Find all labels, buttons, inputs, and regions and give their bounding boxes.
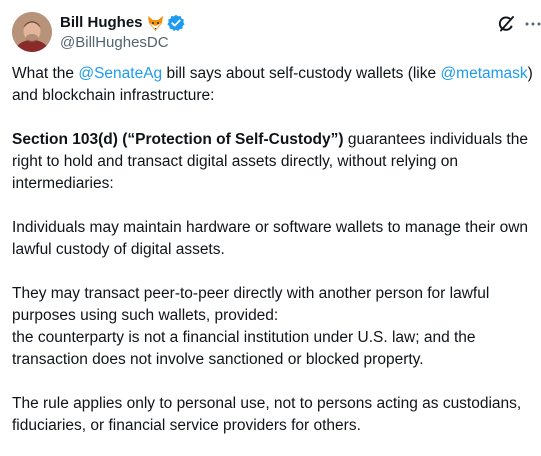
fox-emoji-icon [147, 15, 164, 32]
grok-icon[interactable] [496, 14, 516, 34]
avatar[interactable] [12, 12, 52, 52]
tweet: Bill Hughes @BillHughesDC What the @Sena… [0, 0, 541, 456]
tweet-paragraph-4a: They may transact peer-to-peer directly … [12, 285, 490, 324]
author-handle[interactable]: @BillHughesDC [60, 33, 185, 53]
mention-metamask[interactable]: @metamask [440, 65, 527, 82]
text-span: What the [12, 65, 79, 82]
author-name-row: Bill Hughes [60, 13, 185, 33]
author-block: Bill Hughes @BillHughesDC [60, 13, 185, 53]
tweet-paragraph-1: What the @SenateAg bill says about self-… [12, 63, 534, 107]
tweet-text: What the @SenateAg bill says about self-… [12, 63, 534, 437]
author-name[interactable]: Bill Hughes [60, 13, 143, 33]
tweet-paragraph-2: Section 103(d) (“Protection of Self-Cust… [12, 129, 534, 195]
mention-senateag[interactable]: @SenateAg [78, 65, 162, 82]
tweet-paragraph-4b: the counterparty is not a financial inst… [12, 329, 476, 368]
tweet-paragraph-3: Individuals may maintain hardware or sof… [12, 219, 529, 258]
section-heading: Section 103(d) (“Protection of Self-Cust… [12, 131, 344, 148]
more-options-icon[interactable] [524, 14, 541, 34]
text-span: bill says about self-custody wallets (li… [162, 65, 441, 82]
tweet-paragraph-5: The rule applies only to personal use, n… [12, 395, 522, 434]
verified-badge-icon[interactable] [166, 14, 185, 32]
